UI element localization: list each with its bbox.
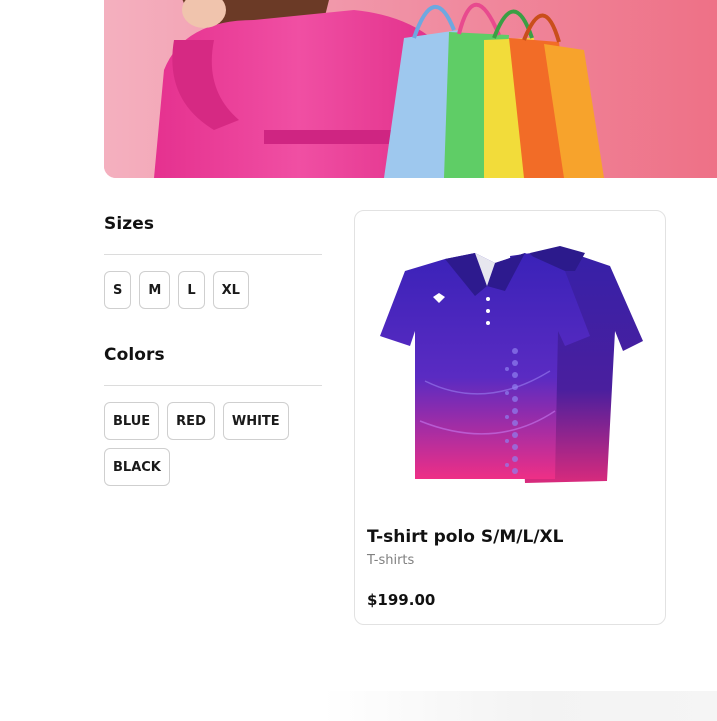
hero-image	[104, 0, 717, 178]
size-option-s[interactable]: S	[104, 271, 132, 309]
color-options: BLUE RED WHITE BLACK	[104, 402, 322, 486]
bottom-fade	[0, 691, 717, 721]
size-option-l[interactable]: L	[178, 271, 205, 309]
color-option-red[interactable]: RED	[167, 402, 215, 440]
sizes-title: Sizes	[104, 214, 155, 234]
divider	[104, 254, 322, 255]
divider	[104, 385, 322, 386]
colors-title: Colors	[104, 345, 165, 365]
shop-page: Sizes S M L XL Colors BLUE RED WHITE BLA…	[0, 0, 717, 721]
product-category: T-shirts	[367, 553, 415, 568]
product-price: $199.00	[367, 591, 436, 609]
color-option-black[interactable]: BLACK	[104, 448, 170, 486]
color-option-white[interactable]: WHITE	[222, 402, 289, 440]
color-option-blue[interactable]: BLUE	[104, 402, 160, 440]
size-options: S M L XL	[104, 271, 322, 309]
hero-banner	[104, 0, 717, 178]
colors-filter: Colors BLUE RED WHITE BLACK	[104, 341, 322, 486]
sizes-filter: Sizes S M L XL	[104, 210, 322, 309]
size-option-xl[interactable]: XL	[212, 271, 249, 309]
product-image[interactable]	[375, 241, 647, 503]
product-name[interactable]: T-shirt polo S/M/L/XL	[367, 527, 563, 547]
size-option-m[interactable]: M	[139, 271, 171, 309]
filters-sidebar: Sizes S M L XL Colors BLUE RED WHITE BLA…	[104, 210, 322, 486]
product-card[interactable]: T-shirt polo S/M/L/XL T-shirts $199.00	[354, 210, 666, 625]
